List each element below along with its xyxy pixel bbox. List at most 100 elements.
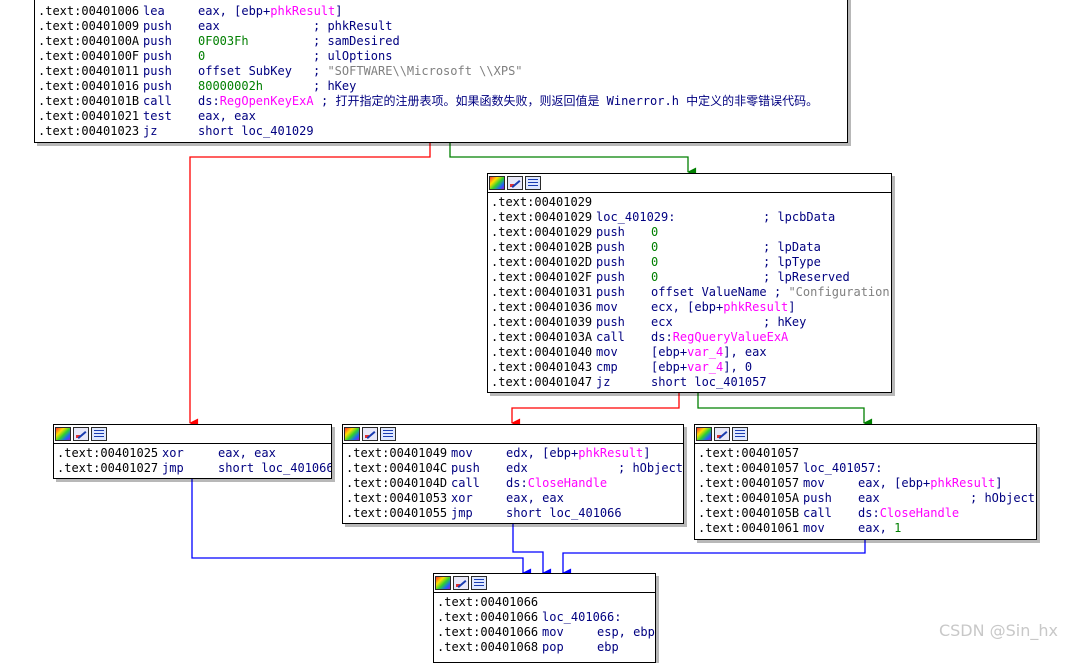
- edit-node-icon[interactable]: [453, 576, 469, 590]
- instruction-line[interactable]: .text:0040102F push 0 ; lpReserved: [491, 270, 891, 285]
- operand[interactable]: 0: [651, 240, 658, 255]
- operand[interactable]: eax, 1: [858, 521, 901, 536]
- edge-401049-to-401066: [512, 523, 552, 578]
- operand[interactable]: eax, [ebp+phkResult]: [858, 476, 1003, 491]
- instruction-line[interactable]: .text:00401009 push eax ; phkResult: [38, 19, 847, 34]
- mnemonic: test: [143, 109, 172, 123]
- operand[interactable]: 0F003Fh: [198, 34, 249, 49]
- instruction-line[interactable]: .text:00401016 push 80000002h ; hKey: [38, 79, 847, 94]
- operand[interactable]: ds:CloseHandle: [506, 476, 607, 491]
- instruction-line[interactable]: .text:0040100A push 0F003Fh ; samDesired: [38, 34, 847, 49]
- instruction-line[interactable]: .text:00401057: [698, 446, 1036, 461]
- instruction-line[interactable]: .text:00401066 mov esp, ebp: [437, 625, 655, 640]
- instruction-line[interactable]: .text:00401043 cmp [ebp+var_4], 0: [491, 360, 891, 375]
- instruction-line[interactable]: .text:0040102B push 0 ; lpData: [491, 240, 891, 255]
- edit-node-icon[interactable]: [714, 427, 730, 441]
- instruction-line[interactable]: .text:00401006 lea eax, [ebp+phkResult]: [38, 4, 847, 19]
- edit-node-icon[interactable]: [362, 427, 378, 441]
- instruction-line[interactable]: .text:00401029 loc_401029: ; lpcbData: [491, 210, 891, 225]
- mnemonic: jmp: [451, 506, 473, 520]
- basic-block-loc-401066[interactable]: .text:00401066 .text:00401066 loc_401066:.…: [433, 573, 656, 663]
- operand[interactable]: ds:RegQueryValueExA: [651, 330, 788, 345]
- block-instructions: .text:00401057 .text:00401057 loc_401057:.…: [695, 444, 1036, 536]
- instruction-line[interactable]: .text:00401039 push ecx ; hKey: [491, 315, 891, 330]
- instruction-line[interactable]: .text:0040105A push eax ; hObject: [698, 491, 1036, 506]
- operand[interactable]: edx: [506, 461, 528, 476]
- instruction-line[interactable]: .text:00401061 mov eax, 1: [698, 521, 1036, 536]
- basic-block-loc-401029[interactable]: .text:00401029 .text:00401029 loc_401029:;…: [487, 173, 892, 393]
- operand[interactable]: esp, ebp: [597, 625, 655, 640]
- operand[interactable]: [ebp+var_4], eax: [651, 345, 767, 360]
- operand[interactable]: 0: [651, 255, 658, 270]
- instruction-line[interactable]: .text:00401049 mov edx, [ebp+phkResult]: [346, 446, 683, 461]
- code-label[interactable]: loc_401029:: [596, 210, 675, 225]
- operand[interactable]: short loc_401066: [218, 461, 331, 476]
- instruction-line[interactable]: .text:00401031 push offset ValueName ; "Con…: [491, 285, 891, 300]
- operand[interactable]: short loc_401066: [506, 506, 622, 521]
- text-view-icon[interactable]: [91, 427, 107, 441]
- instruction-line[interactable]: .text:0040102D push 0 ; lpType: [491, 255, 891, 270]
- basic-block-401049[interactable]: .text:00401049 mov edx, [ebp+phkResult] .te…: [342, 424, 684, 524]
- block-toolbar: [343, 425, 683, 444]
- instruction-line[interactable]: .text:00401011 push offset SubKey ; "SOFTWA…: [38, 64, 847, 79]
- instruction-line[interactable]: .text:00401047 jz short loc_401057: [491, 375, 891, 390]
- operand[interactable]: eax: [858, 491, 880, 506]
- operand[interactable]: 0: [651, 270, 658, 285]
- edit-node-icon[interactable]: [73, 427, 89, 441]
- instruction-line[interactable]: .text:00401066 loc_401066:: [437, 610, 655, 625]
- instruction-line[interactable]: .text:00401021 test eax, eax: [38, 109, 847, 124]
- operand[interactable]: ecx, [ebp+phkResult]: [651, 300, 796, 315]
- graph-color-icon[interactable]: [435, 576, 451, 590]
- operand[interactable]: eax, eax: [198, 109, 256, 124]
- text-view-icon[interactable]: [732, 427, 748, 441]
- instruction-line[interactable]: .text:00401057 mov eax, [ebp+phkResult]: [698, 476, 1036, 491]
- instruction-line[interactable]: .text:0040104C push edx ; hObject: [346, 461, 683, 476]
- text-view-icon[interactable]: [380, 427, 396, 441]
- instruction-line[interactable]: .text:0040105B call ds:CloseHandle: [698, 506, 1036, 521]
- graph-color-icon[interactable]: [696, 427, 712, 441]
- operand[interactable]: offset SubKey: [198, 64, 292, 79]
- operand[interactable]: 0: [651, 225, 658, 240]
- graph-color-icon[interactable]: [344, 427, 360, 441]
- operand[interactable]: eax, eax: [218, 446, 276, 461]
- instruction-line[interactable]: .text:00401053 xor eax, eax: [346, 491, 683, 506]
- basic-block-top[interactable]: .text:00401006 lea eax, [ebp+phkResult] .te…: [34, 0, 848, 143]
- operand[interactable]: 0: [198, 49, 205, 64]
- graph-color-icon[interactable]: [489, 176, 505, 190]
- operand[interactable]: ds:CloseHandle: [858, 506, 959, 521]
- instruction-line[interactable]: .text:00401027 jmp short loc_401066: [57, 461, 331, 476]
- operand[interactable]: [ebp+var_4], 0: [651, 360, 752, 375]
- basic-block-401025[interactable]: .text:00401025 xor eax, eax .text:00401027 j…: [53, 424, 332, 479]
- operand[interactable]: offset ValueName: [651, 285, 767, 300]
- edit-node-icon[interactable]: [507, 176, 523, 190]
- instruction-line[interactable]: .text:0040104D call ds:CloseHandle: [346, 476, 683, 491]
- code-label[interactable]: loc_401057:: [803, 461, 882, 476]
- instruction-line[interactable]: .text:0040100F push 0 ; ulOptions: [38, 49, 847, 64]
- operand[interactable]: ecx: [651, 315, 673, 330]
- instruction-line[interactable]: .text:00401029: [491, 195, 891, 210]
- text-view-icon[interactable]: [471, 576, 487, 590]
- graph-color-icon[interactable]: [55, 427, 71, 441]
- instruction-line[interactable]: .text:0040101B call ds:RegOpenKeyExA ; 打开指定…: [38, 94, 847, 109]
- mnemonic: jz: [143, 124, 158, 138]
- instruction-line[interactable]: .text:00401029 push 0: [491, 225, 891, 240]
- operand[interactable]: ds:RegOpenKeyExA: [198, 94, 314, 109]
- operand[interactable]: short loc_401057: [651, 375, 767, 390]
- operand[interactable]: short loc_401029: [198, 124, 314, 139]
- operand[interactable]: 80000002h: [198, 79, 263, 94]
- instruction-line[interactable]: .text:00401023 jz short loc_401029: [38, 124, 847, 139]
- instruction-line[interactable]: .text:00401036 mov ecx, [ebp+phkResult]: [491, 300, 891, 315]
- instruction-line[interactable]: .text:0040103A call ds:RegQueryValueExA: [491, 330, 891, 345]
- operand[interactable]: eax, [ebp+phkResult]: [198, 4, 343, 19]
- instruction-line[interactable]: .text:00401066: [437, 595, 655, 610]
- operand[interactable]: edx, [ebp+phkResult]: [506, 446, 651, 461]
- instruction-line[interactable]: .text:00401057 loc_401057:: [698, 461, 1036, 476]
- text-view-icon[interactable]: [525, 176, 541, 190]
- instruction-line[interactable]: .text:00401025 xor eax, eax: [57, 446, 331, 461]
- instruction-line[interactable]: .text:00401055 jmp short loc_401066: [346, 506, 683, 521]
- instruction-line[interactable]: .text:00401040 mov [ebp+var_4], eax: [491, 345, 891, 360]
- operand[interactable]: eax: [198, 19, 220, 34]
- code-label[interactable]: loc_401066:: [542, 610, 621, 625]
- operand[interactable]: eax, eax: [506, 491, 564, 506]
- basic-block-loc-401057[interactable]: .text:00401057 .text:00401057 loc_401057:.…: [694, 424, 1037, 540]
